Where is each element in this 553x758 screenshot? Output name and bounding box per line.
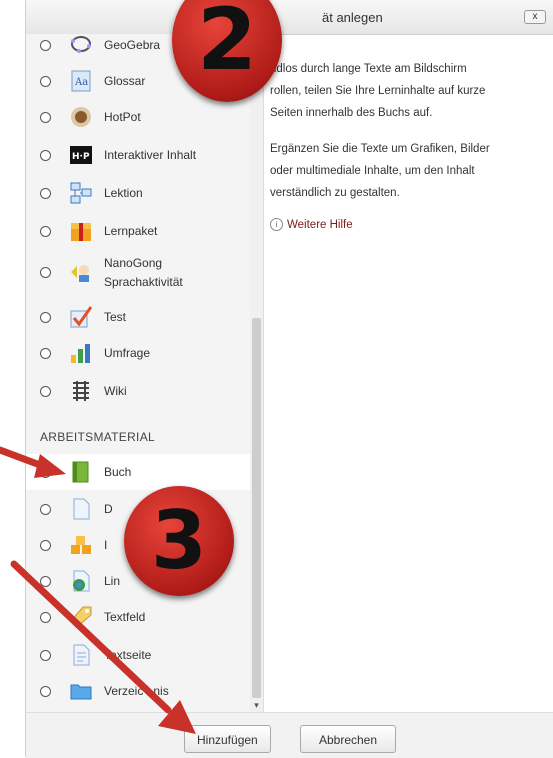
svg-text:Aa: Aa <box>74 77 88 88</box>
activity-label: Test <box>104 310 127 324</box>
radio-button[interactable] <box>40 348 51 359</box>
help-link[interactable]: i Weitere Hilfe <box>270 218 353 231</box>
activity-label: Wiki <box>104 384 127 398</box>
radio-button[interactable] <box>40 150 51 161</box>
list-item-lernpaket[interactable]: Lernpaket <box>26 214 250 248</box>
list-scrollbar[interactable]: ▾ <box>250 34 263 712</box>
package-icon <box>71 223 91 241</box>
glossary-icon: Aa <box>71 70 91 92</box>
svg-text:H·P: H·P <box>72 152 90 162</box>
activity-label: Glossar <box>104 74 146 88</box>
activity-label: Lernpaket <box>104 224 158 238</box>
close-button[interactable]: x <box>524 10 546 24</box>
activity-label-line2: Sprachaktivität <box>104 275 183 289</box>
description-line: Ergänzen Sie die Texte um Grafiken, Bild… <box>270 143 490 155</box>
lesson-icon <box>70 182 92 204</box>
arrow-to-buch-icon <box>0 446 66 478</box>
description-line: verständlich zu gestalten. <box>270 187 400 199</box>
hotpot-icon <box>71 107 91 127</box>
dialog-titlebar: ät anlegen x <box>26 0 553 35</box>
list-item-lektion[interactable]: Lektion <box>26 176 250 210</box>
radio-button[interactable] <box>40 504 51 515</box>
info-icon: i <box>270 218 283 231</box>
arrow-to-add-button-icon <box>10 560 196 734</box>
radio-button[interactable] <box>40 267 51 278</box>
description-line: oder multimediale Inhalte, um den Inhalt <box>270 165 475 177</box>
list-item-nanogong[interactable]: NanoGong Sprachaktivität <box>26 252 250 292</box>
help-link-label: Weitere Hilfe <box>287 218 353 231</box>
activity-label: I <box>104 538 108 552</box>
description-line: Seiten innerhalb des Buchs auf. <box>270 107 433 119</box>
radio-button[interactable] <box>40 188 51 199</box>
geogebra-icon <box>71 36 91 53</box>
activity-label: D <box>104 502 113 516</box>
radio-button[interactable] <box>40 226 51 237</box>
imscp-icon <box>71 536 91 554</box>
list-item-wiki[interactable]: Wiki <box>26 374 250 408</box>
survey-icon <box>71 344 90 363</box>
description-line: rollen, teilen Sie Ihre Lerninhalte auf … <box>270 85 486 97</box>
radio-button[interactable] <box>40 540 51 551</box>
description-pane: ndlos durch lange Texte am Bildschirm ro… <box>264 34 553 712</box>
list-item-interaktiver-inhalt[interactable]: H·P Interaktiver Inhalt <box>26 138 250 172</box>
nanogong-icon <box>71 265 89 282</box>
activity-label: Buch <box>104 465 132 479</box>
description-line: ndlos durch lange Texte am Bildschirm <box>270 63 467 75</box>
activity-label: Umfrage <box>104 346 151 360</box>
activity-label: Lektion <box>104 186 143 200</box>
radio-button[interactable] <box>40 312 51 323</box>
radio-button[interactable] <box>40 76 51 87</box>
h5p-icon: H·P <box>70 146 92 164</box>
radio-button[interactable] <box>40 112 51 123</box>
cancel-button[interactable]: Abbrechen <box>300 725 396 753</box>
scroll-thumb[interactable] <box>252 318 261 698</box>
quiz-icon <box>70 306 93 328</box>
activity-label: HotPot <box>104 110 141 124</box>
list-item-umfrage[interactable]: Umfrage <box>26 336 250 370</box>
wiki-icon <box>73 381 89 401</box>
activity-label: GeoGebra <box>104 38 161 52</box>
radio-button[interactable] <box>40 386 51 397</box>
file-icon <box>73 498 90 520</box>
radio-button[interactable] <box>40 40 51 51</box>
list-item-hotpot[interactable]: HotPot <box>26 100 250 134</box>
dialog-title: ät anlegen <box>322 10 383 25</box>
list-item-test[interactable]: Test <box>26 300 250 334</box>
scroll-down-arrow-icon[interactable]: ▾ <box>252 701 261 710</box>
activity-label: Interaktiver Inhalt <box>104 148 197 162</box>
activity-label: NanoGong <box>104 256 163 270</box>
